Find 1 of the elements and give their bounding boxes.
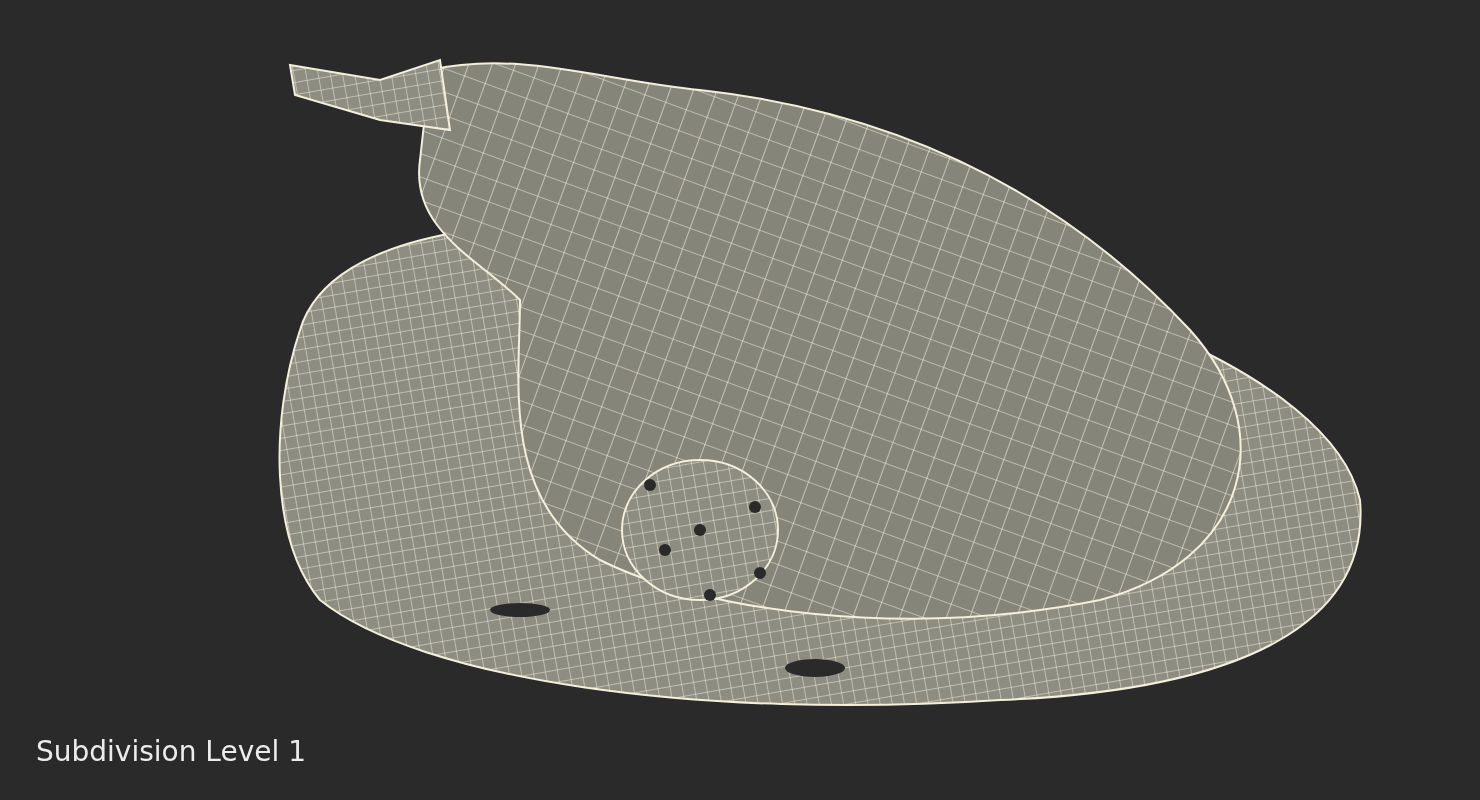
caption-text: Subdivision Level 1 — [35, 738, 307, 770]
